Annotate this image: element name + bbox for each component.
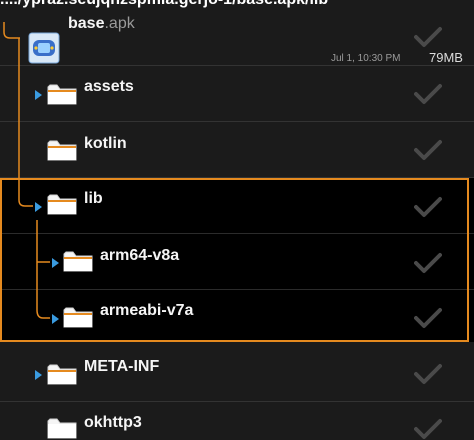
expand-arrow-icon[interactable] [35,202,42,212]
apk-size: 79MB [429,50,463,65]
folder-icon [63,307,93,328]
item-label: assets [84,78,134,95]
checkmark-icon[interactable] [414,139,442,161]
list-item-lib[interactable]: lib [0,178,474,234]
checkmark-icon[interactable] [414,418,442,440]
apk-basename: base [68,15,105,32]
android-app-icon [28,32,60,64]
checkmark-icon[interactable] [414,363,442,385]
checkmark-icon[interactable] [414,83,442,105]
item-label: armeabi-v7a [100,302,194,319]
list-item-kotlin[interactable]: kotlin [0,122,474,178]
apk-date: Jul 1, 10:30 PM [331,53,401,64]
list-item-assets[interactable]: assets [0,66,474,122]
folder-icon [47,364,77,385]
checkmark-icon[interactable] [414,252,442,274]
list-item-base-apk[interactable]: base.apk Jul 1, 10:30 PM 79MB [0,12,474,66]
folder-icon [47,194,77,215]
path-breadcrumb[interactable]: ..../ypraz.seujqnzspmia.gerjo-1/base.apk… [0,0,474,9]
apk-name: base.apk [68,15,135,33]
item-label: kotlin [84,135,127,152]
item-label: arm64-v8a [100,247,180,264]
checkmark-icon[interactable] [414,307,442,329]
item-label: META-INF [84,358,160,375]
apk-extension: .apk [104,15,135,32]
expand-arrow-icon[interactable] [35,370,42,380]
list-item-meta-inf[interactable]: META-INF [0,346,474,402]
folder-icon [63,251,93,272]
item-label: lib [84,190,103,207]
list-item-armeabi-v7a[interactable]: armeabi-v7a [0,290,474,342]
list-item-okhttp3[interactable]: okhttp3 [0,402,474,439]
checkmark-icon[interactable] [414,196,442,218]
expand-arrow-icon[interactable] [35,90,42,100]
folder-icon [47,140,77,161]
folder-icon [47,84,77,105]
item-label: okhttp3 [84,414,142,431]
expand-arrow-icon[interactable] [52,258,59,268]
folder-icon [47,418,77,439]
checkmark-icon[interactable] [414,26,442,48]
expand-arrow-icon[interactable] [52,314,59,324]
list-item-arm64-v8a[interactable]: arm64-v8a [0,234,474,290]
